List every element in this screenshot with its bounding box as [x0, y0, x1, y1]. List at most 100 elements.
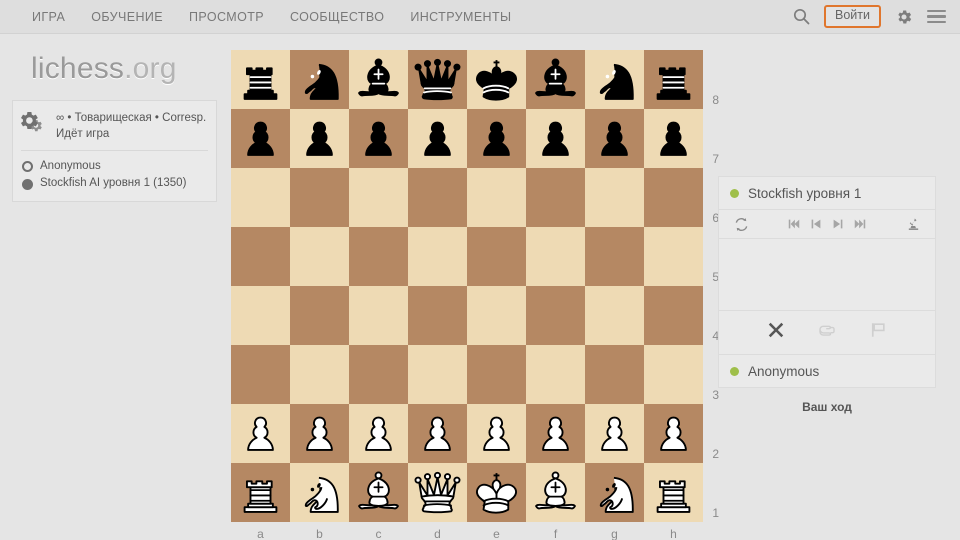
white-bishop-piece[interactable]	[352, 466, 405, 519]
white-pawn-piece[interactable]	[293, 407, 346, 460]
white-pawn-piece[interactable]	[411, 407, 464, 460]
black-bishop-piece[interactable]	[352, 53, 405, 106]
gear-icon[interactable]	[895, 8, 913, 26]
board-square-d8[interactable]	[408, 50, 467, 109]
nav-item-community[interactable]: СООБЩЕСТВО	[290, 10, 384, 24]
nav-item-watch[interactable]: ПРОСМОТР	[189, 10, 264, 24]
black-knight-piece[interactable]	[588, 53, 641, 106]
board-square-b8[interactable]	[290, 50, 349, 109]
board-square-h7[interactable]	[644, 109, 703, 168]
board-square-g2[interactable]	[585, 404, 644, 463]
black-pawn-piece[interactable]	[234, 112, 287, 165]
board-square-a7[interactable]	[231, 109, 290, 168]
board-square-e8[interactable]	[467, 50, 526, 109]
move-list[interactable]	[719, 239, 935, 310]
black-pawn-piece[interactable]	[529, 112, 582, 165]
board-square-a6[interactable]	[231, 168, 290, 227]
white-knight-piece[interactable]	[588, 466, 641, 519]
current-player-row[interactable]: Anonymous	[719, 354, 935, 387]
board-square-a8[interactable]	[231, 50, 290, 109]
board-square-g3[interactable]	[585, 345, 644, 404]
list-item[interactable]: Stockfish AI уровня 1 (1350)	[22, 175, 208, 193]
board-square-b2[interactable]	[290, 404, 349, 463]
board-square-h6[interactable]	[644, 168, 703, 227]
analysis-board-icon[interactable]	[902, 217, 924, 232]
board-square-c8[interactable]	[349, 50, 408, 109]
board-square-g1[interactable]	[585, 463, 644, 522]
board-square-d7[interactable]	[408, 109, 467, 168]
black-pawn-piece[interactable]	[352, 112, 405, 165]
board-square-h3[interactable]	[644, 345, 703, 404]
site-logo[interactable]: lichess.org	[31, 52, 177, 86]
board-square-c2[interactable]	[349, 404, 408, 463]
board-square-g4[interactable]	[585, 286, 644, 345]
opponent-player-row[interactable]: Stockfish уровня 1	[719, 177, 935, 210]
black-rook-piece[interactable]	[234, 53, 287, 106]
board-square-f5[interactable]	[526, 227, 585, 286]
black-rook-piece[interactable]	[647, 53, 700, 106]
board-square-h5[interactable]	[644, 227, 703, 286]
board-square-b4[interactable]	[290, 286, 349, 345]
board-square-f2[interactable]	[526, 404, 585, 463]
board-square-g6[interactable]	[585, 168, 644, 227]
prev-move-icon[interactable]	[805, 217, 827, 231]
resign-icon[interactable]	[869, 321, 887, 344]
chess-board[interactable]	[231, 50, 703, 522]
board-square-f6[interactable]	[526, 168, 585, 227]
white-pawn-piece[interactable]	[529, 407, 582, 460]
white-king-piece[interactable]	[470, 466, 523, 519]
board-square-a1[interactable]	[231, 463, 290, 522]
board-square-b5[interactable]	[290, 227, 349, 286]
board-square-c5[interactable]	[349, 227, 408, 286]
board-square-h2[interactable]	[644, 404, 703, 463]
board-square-b1[interactable]	[290, 463, 349, 522]
board-square-e5[interactable]	[467, 227, 526, 286]
board-square-g8[interactable]	[585, 50, 644, 109]
board-square-c4[interactable]	[349, 286, 408, 345]
black-pawn-piece[interactable]	[647, 112, 700, 165]
board-square-a3[interactable]	[231, 345, 290, 404]
list-item[interactable]: Anonymous	[22, 158, 208, 176]
next-move-icon[interactable]	[827, 217, 849, 231]
flip-board-icon[interactable]	[730, 217, 752, 232]
board-square-e3[interactable]	[467, 345, 526, 404]
board-square-a5[interactable]	[231, 227, 290, 286]
white-bishop-piece[interactable]	[529, 466, 582, 519]
nav-item-tools[interactable]: ИНСТРУМЕНТЫ	[410, 10, 511, 24]
board-square-f8[interactable]	[526, 50, 585, 109]
black-queen-piece[interactable]	[411, 53, 464, 106]
board-square-h8[interactable]	[644, 50, 703, 109]
board-square-d4[interactable]	[408, 286, 467, 345]
nav-item-play[interactable]: ИГРА	[32, 10, 65, 24]
board-square-a2[interactable]	[231, 404, 290, 463]
white-rook-piece[interactable]	[647, 466, 700, 519]
board-square-f4[interactable]	[526, 286, 585, 345]
board-square-b6[interactable]	[290, 168, 349, 227]
last-move-icon[interactable]	[849, 217, 871, 231]
board-square-e1[interactable]	[467, 463, 526, 522]
black-bishop-piece[interactable]	[529, 53, 582, 106]
black-pawn-piece[interactable]	[470, 112, 523, 165]
board-square-d6[interactable]	[408, 168, 467, 227]
black-knight-piece[interactable]	[293, 53, 346, 106]
board-square-f7[interactable]	[526, 109, 585, 168]
board-square-e6[interactable]	[467, 168, 526, 227]
white-pawn-piece[interactable]	[647, 407, 700, 460]
board-square-d1[interactable]	[408, 463, 467, 522]
hamburger-menu-icon[interactable]	[927, 9, 946, 24]
white-pawn-piece[interactable]	[588, 407, 641, 460]
board-square-e2[interactable]	[467, 404, 526, 463]
board-square-a4[interactable]	[231, 286, 290, 345]
black-king-piece[interactable]	[470, 53, 523, 106]
offer-draw-icon[interactable]	[817, 320, 837, 345]
board-square-h1[interactable]	[644, 463, 703, 522]
nav-item-learn[interactable]: ОБУЧЕНИЕ	[91, 10, 163, 24]
search-icon[interactable]	[793, 8, 810, 25]
black-pawn-piece[interactable]	[411, 112, 464, 165]
board-square-b7[interactable]	[290, 109, 349, 168]
board-square-f1[interactable]	[526, 463, 585, 522]
white-pawn-piece[interactable]	[470, 407, 523, 460]
board-square-d5[interactable]	[408, 227, 467, 286]
board-square-c7[interactable]	[349, 109, 408, 168]
board-square-g7[interactable]	[585, 109, 644, 168]
